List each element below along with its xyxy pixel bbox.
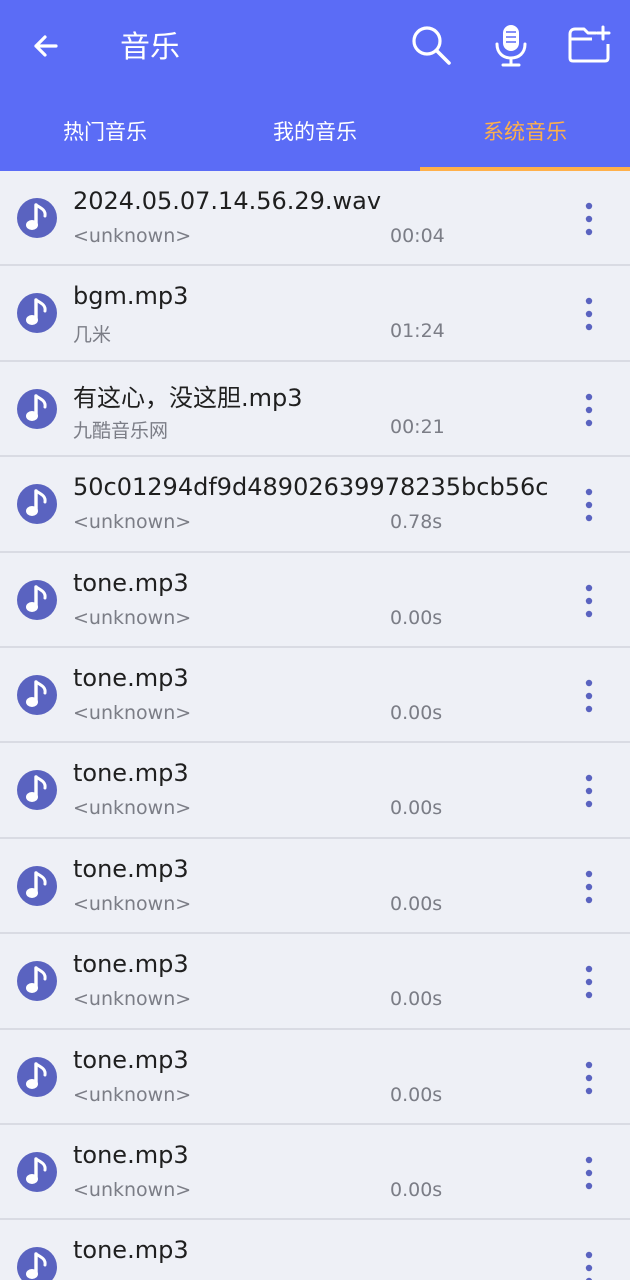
music-note-icon (16, 292, 58, 334)
song-row[interactable]: tone.mp3 <unknown> 0.00s (0, 647, 630, 744)
song-row[interactable]: tone.mp3 <unknown> 0.00s (0, 1124, 630, 1221)
song-title: tone.mp3 (73, 1045, 189, 1074)
song-title: 2024.05.07.14.56.29.wav (73, 187, 382, 215)
song-duration: 0.00s (390, 1083, 443, 1106)
song-row[interactable]: tone.mp3 <unknown> 0.00s (0, 934, 630, 1030)
more-options-icon[interactable] (574, 1153, 604, 1193)
more-options-icon[interactable] (574, 867, 604, 907)
song-duration: 0.78s (390, 511, 443, 534)
music-note-icon (16, 1056, 58, 1098)
more-options-icon[interactable] (574, 199, 604, 239)
tab-hot-music[interactable]: 热门音乐 (0, 96, 210, 171)
song-row[interactable]: 有这心，没这胆.mp3 九酷音乐网 00:21 (0, 361, 630, 458)
song-title: tone.mp3 (73, 663, 189, 692)
song-row[interactable]: bgm.mp3 几米 01:24 (0, 266, 630, 362)
song-duration: 01:24 (390, 320, 445, 343)
tab-bar: 热门音乐 我的音乐 系统音乐 (0, 96, 630, 171)
song-duration: 0.00s (390, 1178, 443, 1201)
song-title: 50c01294df9d48902639978235bcb56c (73, 473, 549, 502)
song-title: tone.mp3 (73, 854, 189, 883)
song-duration: 0.00s (390, 701, 443, 724)
song-artist: <unknown> (73, 225, 192, 247)
song-title: tone.mp3 (73, 568, 189, 597)
music-note-icon (16, 1151, 58, 1193)
more-options-icon[interactable] (574, 390, 604, 430)
music-note-icon (16, 1246, 58, 1280)
more-options-icon[interactable] (574, 581, 604, 621)
song-duration: 00:04 (390, 225, 445, 247)
app-header: 音乐 热门音乐 我的音乐 系统音乐 (0, 0, 630, 171)
song-title: 有这心，没这胆.mp3 (73, 383, 303, 412)
music-note-icon (16, 197, 58, 239)
song-artist: <unknown> (73, 892, 192, 915)
song-artist: <unknown> (73, 606, 192, 629)
more-options-icon[interactable] (574, 1058, 604, 1098)
microphone-icon[interactable] (488, 22, 534, 68)
song-artist: <unknown> (73, 797, 192, 820)
music-note-icon (16, 483, 58, 525)
more-options-icon[interactable] (574, 294, 604, 334)
tab-my-music[interactable]: 我的音乐 (210, 96, 420, 171)
song-row[interactable]: tone.mp3 <unknown> 0.00s (0, 743, 630, 839)
more-options-icon[interactable] (574, 962, 604, 1002)
folder-add-icon[interactable] (566, 22, 612, 68)
song-row[interactable]: tone.mp3 <unknown> 0.00s (0, 838, 630, 935)
song-row[interactable]: 50c01294df9d48902639978235bcb56c <unknown… (0, 457, 630, 553)
song-duration: 0.00s (390, 988, 443, 1011)
song-row[interactable]: tone.mp3 <unknown> 0.00s (0, 1029, 630, 1125)
search-icon[interactable] (408, 22, 454, 68)
more-options-icon[interactable] (574, 485, 604, 525)
song-artist: <unknown> (73, 1178, 192, 1201)
song-title: tone.mp3 (73, 1236, 189, 1265)
song-list[interactable]: 2024.05.07.14.56.29.wav <unknown> 00:04 bgm… (0, 171, 630, 1280)
song-artist: <unknown> (73, 1083, 192, 1106)
toolbar: 音乐 (0, 0, 630, 96)
song-title: tone.mp3 (73, 759, 189, 788)
more-options-icon[interactable] (574, 676, 604, 716)
song-title: tone.mp3 (73, 950, 189, 979)
song-artist: 九酷音乐网 (73, 419, 169, 442)
music-note-icon (16, 960, 58, 1002)
song-title: bgm.mp3 (73, 282, 189, 311)
song-artist: <unknown> (73, 511, 192, 534)
page-title: 音乐 (120, 30, 180, 65)
music-note-icon (16, 674, 58, 716)
tab-system-music[interactable]: 系统音乐 (420, 96, 630, 171)
more-options-icon[interactable] (574, 1248, 604, 1280)
song-row[interactable]: tone.mp3 (0, 1220, 630, 1280)
more-options-icon[interactable] (574, 771, 604, 811)
music-note-icon (16, 388, 58, 430)
song-artist: 几米 (73, 324, 112, 347)
music-note-icon (16, 579, 58, 621)
back-arrow-icon[interactable] (26, 26, 66, 66)
music-note-icon (16, 769, 58, 811)
song-title: tone.mp3 (73, 1140, 189, 1169)
song-duration: 00:21 (390, 415, 445, 438)
song-row[interactable]: tone.mp3 <unknown> 0.00s (0, 552, 630, 648)
song-duration: 0.00s (390, 606, 443, 629)
song-duration: 0.00s (390, 892, 443, 915)
music-note-icon (16, 865, 58, 907)
song-duration: 0.00s (390, 797, 443, 820)
song-artist: <unknown> (73, 701, 192, 724)
song-row[interactable]: 2024.05.07.14.56.29.wav <unknown> 00:04 (0, 171, 630, 267)
song-artist: <unknown> (73, 988, 192, 1011)
